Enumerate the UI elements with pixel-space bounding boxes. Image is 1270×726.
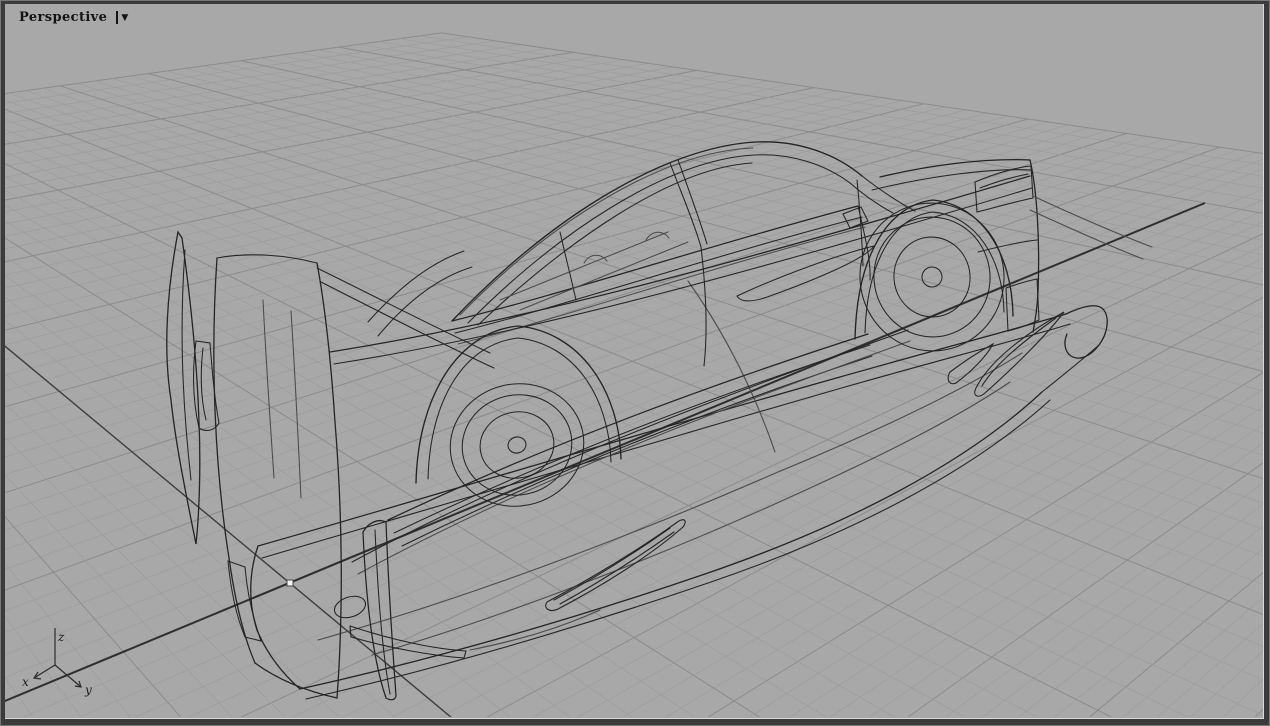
grid-minor-line [5, 152, 1256, 633]
grid-minor-line [577, 325, 1263, 717]
grid-minor-line [112, 78, 1263, 412]
grid-minor-line [829, 424, 1263, 717]
gizmo-y-axis [54, 664, 82, 688]
viewport-canvas[interactable]: z x y Perspective ▼ [5, 4, 1263, 718]
grid-x-axis-line [5, 202, 1206, 703]
rear-panel-inner-lines [262, 299, 302, 499]
grid-major-line [5, 235, 1263, 718]
grid-minor-line [5, 403, 340, 717]
grid-minor-line [77, 83, 1263, 456]
rocker-line-3 [401, 355, 873, 547]
grid-minor-line [5, 151, 602, 718]
frame-highlight-bottom [5, 718, 1263, 719]
gizmo-z-label: z [57, 630, 65, 644]
viewport-title-divider [116, 10, 119, 24]
grid-minor-line [869, 442, 1263, 717]
grid-minor-line [5, 112, 988, 376]
grid-minor-line [5, 160, 208, 719]
viewport-title-label[interactable]: Perspective [19, 10, 107, 25]
shoulder-line-2 [333, 187, 1033, 365]
grid-minor-line [203, 65, 1263, 318]
grid-minor-line [5, 106, 946, 346]
surface-blade-mid-line2 [559, 531, 675, 605]
headlight-inner [979, 173, 1029, 189]
gizmo-x-label: x [22, 675, 29, 689]
grid-minor-line [5, 152, 534, 718]
taillight-slot-inner [200, 347, 207, 421]
grid-minor-line [79, 199, 1263, 717]
viewport-dropdown-arrow-icon[interactable]: ▼ [121, 13, 128, 23]
exhaust-oval [333, 595, 367, 619]
grid-major-line [5, 244, 1263, 718]
grid-minor-line [982, 503, 1263, 717]
gizmo-y-label: y [84, 683, 92, 697]
surface-seam [687, 280, 776, 453]
grid-minor-line [188, 221, 1263, 717]
application-window: z x y Perspective ▼ [0, 0, 1270, 726]
front-face-edge [1029, 159, 1040, 333]
grid-minor-line [945, 482, 1263, 717]
origin-point-marker[interactable] [286, 579, 294, 587]
grid-minor-line [790, 406, 1263, 717]
grid-minor-line [5, 176, 1038, 717]
grid-minor-line [665, 356, 1263, 717]
surface-bottom-edge [299, 391, 1043, 690]
surface-top-edge [257, 313, 1067, 547]
grid-minor-line [166, 70, 1263, 354]
bumper-crease [977, 239, 1038, 253]
frame-highlight-right [1263, 4, 1264, 719]
grid-minor-line [5, 115, 1008, 392]
scene-svg[interactable]: z x y [5, 4, 1263, 718]
grid-minor-line [1222, 678, 1263, 717]
grid-major-line [5, 51, 574, 145]
grid-minor-line [5, 59, 624, 167]
axis-gizmo: z x y [22, 628, 92, 697]
grid-major-line [5, 108, 1263, 616]
grid-minor-line [5, 130, 1108, 475]
glass-reflection-2 [519, 241, 689, 311]
viewport-title[interactable]: Perspective ▼ [19, 8, 129, 26]
grid-major-line [707, 372, 1263, 717]
rear-panel-right-edge [316, 262, 342, 699]
grid-major-line [5, 158, 299, 718]
grid-minor-line [5, 241, 1263, 718]
surface-blade-mid [545, 519, 686, 611]
grid-major-line [441, 32, 1263, 154]
gizmo-x-axis [33, 664, 56, 679]
